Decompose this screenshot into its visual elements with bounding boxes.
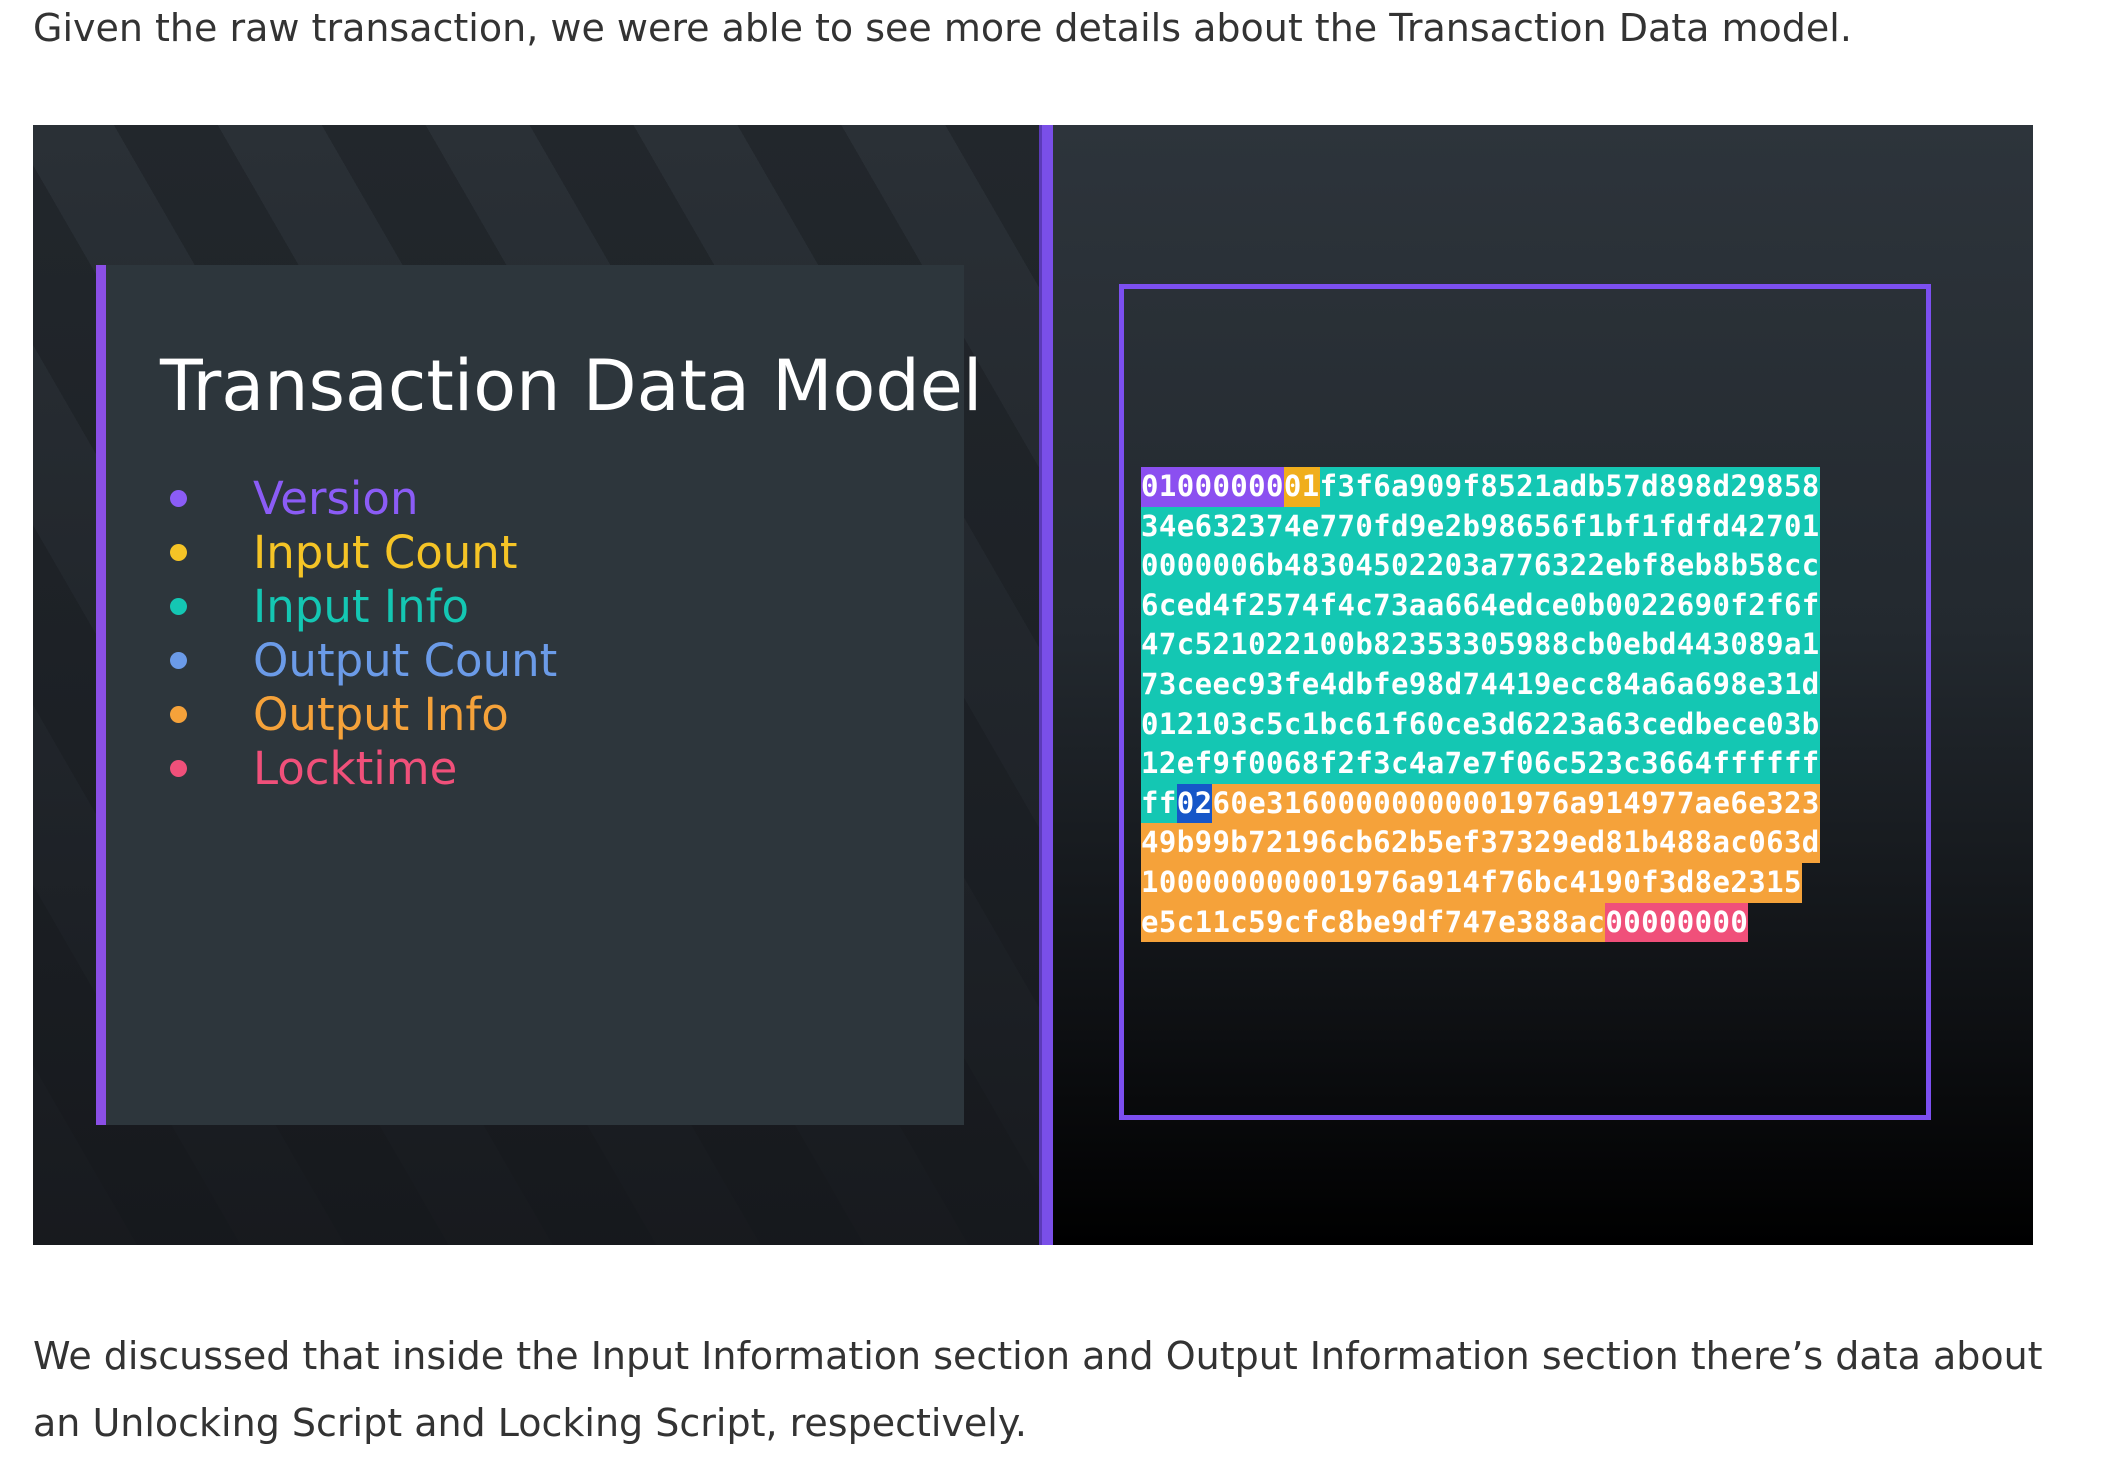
hex-segment: f3f6a909f8521adb57d898d29858 — [1319, 467, 1820, 507]
hex-segment: 012103c5c1bc61f60ce3d6223a63cedbece03b — [1141, 704, 1820, 745]
figure-left-panel: Transaction Data Model Version Input Cou… — [33, 125, 1039, 1245]
hex-line: 100000000001976a914f76bc4190f3d8e2315 — [1141, 862, 1820, 903]
hex-line: 49b99b72196cb62b5ef37329ed81b488ac063d — [1141, 823, 1820, 863]
hex-segment: 73ceec93fe4dbfe98d74419ecc84a6a698e31d — [1141, 664, 1820, 705]
hex-segment: 47c521022100b82353305988cb0ebd443089a1 — [1141, 625, 1820, 665]
outro-paragraph: We discussed that inside the Input Infor… — [33, 1334, 2043, 1445]
hex-segment: 49b99b72196cb62b5ef37329ed81b488ac063d — [1141, 823, 1820, 863]
hex-line: 6ced4f2574f4c73aa664edce0b0022690f2f6f — [1141, 585, 1820, 626]
hex-segment: 0000006b48304502203a776322ebf8eb8b58cc — [1141, 546, 1820, 586]
legend-dot — [170, 597, 187, 615]
hex-line: 012103c5c1bc61f60ce3d6223a63cedbece03b — [1141, 704, 1820, 745]
legend-dot — [170, 651, 187, 669]
legend-item-output-info: Output Info — [160, 687, 557, 741]
legend-label: Version — [253, 471, 419, 525]
field-legend: Version Input Count Input Info Output Co… — [160, 471, 557, 795]
transaction-data-model-figure: Transaction Data Model Version Input Cou… — [33, 125, 2033, 1245]
legend-item-version: Version — [160, 471, 557, 525]
panel-divider — [1039, 125, 1053, 1245]
hex-segment: e5c11c59cfc8be9df747e388ac — [1141, 902, 1606, 943]
legend-label: Output Count — [253, 633, 558, 687]
hex-line: 34e632374e770fd9e2b98656f1bf1fdfd42701 — [1141, 506, 1820, 547]
legend-dot — [170, 705, 187, 723]
raw-transaction-hex: 0100000001f3f6a909f8521adb57d898d29858 34… — [1141, 467, 1820, 943]
figure-title: Transaction Data Model — [160, 345, 983, 427]
hex-line: e5c11c59cfc8be9df747e388ac00000000 — [1141, 902, 1820, 943]
hex-line: 0000006b48304502203a776322ebf8eb8b58cc — [1141, 546, 1820, 586]
hex-segment: 100000000001976a914f76bc4190f3d8e2315 — [1141, 862, 1802, 903]
hex-line: ff0260e31600000000001976a914977ae6e323 — [1141, 783, 1820, 824]
hex-line: 0100000001f3f6a909f8521adb57d898d29858 — [1141, 467, 1820, 507]
hex-segment: 12ef9f0068f2f3c4a7e7f06c523c3664ffffff — [1141, 744, 1820, 784]
legend-label: Input Count — [253, 525, 518, 579]
hex-segment: ff — [1141, 783, 1177, 824]
model-card: Transaction Data Model Version Input Cou… — [96, 265, 982, 1125]
hex-segment: 34e632374e770fd9e2b98656f1bf1fdfd42701 — [1141, 506, 1820, 547]
hex-line: 73ceec93fe4dbfe98d74419ecc84a6a698e31d — [1141, 664, 1820, 705]
legend-dot — [170, 543, 187, 561]
legend-item-locktime: Locktime — [160, 741, 557, 795]
hex-segment: 00000000 — [1605, 902, 1749, 943]
legend-item-input-count: Input Count — [160, 525, 557, 579]
hex-segment: 01 — [1283, 467, 1320, 507]
hex-segment: 02 — [1176, 783, 1213, 824]
intro-paragraph: Given the raw transaction, we were able … — [33, 6, 1852, 50]
legend-label: Locktime — [253, 741, 458, 795]
legend-dot — [170, 489, 187, 507]
hex-line: 12ef9f0068f2f3c4a7e7f06c523c3664ffffff — [1141, 744, 1820, 784]
hex-segment: 01000000 — [1141, 467, 1284, 507]
hex-segment: 6ced4f2574f4c73aa664edce0b0022690f2f6f — [1141, 585, 1820, 626]
legend-item-output-count: Output Count — [160, 633, 557, 687]
hex-line: 47c521022100b82353305988cb0ebd443089a1 — [1141, 625, 1820, 665]
card-accent-bar — [96, 265, 106, 1125]
legend-label: Input Info — [253, 579, 469, 633]
figure-right-panel: 0100000001f3f6a909f8521adb57d898d29858 34… — [1053, 125, 2033, 1245]
legend-item-input-info: Input Info — [160, 579, 557, 633]
legend-dot — [170, 759, 187, 777]
hex-segment: 60e31600000000001976a914977ae6e323 — [1212, 783, 1820, 824]
legend-label: Output Info — [253, 687, 509, 741]
